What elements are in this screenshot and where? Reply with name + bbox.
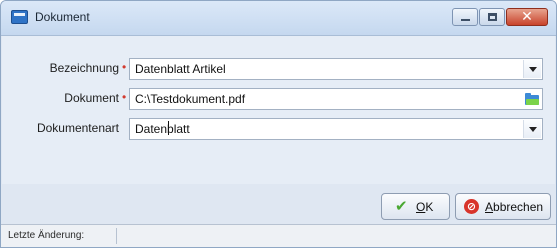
dokumentenart-label: Dokumentenart xyxy=(36,121,119,135)
bezeichnung-combobox[interactable]: Datenblatt Artikel xyxy=(129,58,543,80)
close-icon: ✕ xyxy=(521,9,533,25)
folder-browse-icon[interactable] xyxy=(523,90,541,108)
dokument-dialog: Dokument ✕ Bezeichnung • Datenblatt Arti… xyxy=(0,0,557,248)
window-title: Dokument xyxy=(35,10,90,24)
text-caret xyxy=(168,121,169,135)
minimize-icon xyxy=(461,19,470,21)
required-marker: • xyxy=(122,60,127,74)
cancel-circle-icon: ⊘ xyxy=(464,199,479,214)
form-area: Bezeichnung • Datenblatt Artikel Dokumen… xyxy=(2,36,555,184)
dokument-label: Dokument xyxy=(64,91,119,105)
document-window-icon xyxy=(11,10,28,24)
dokumentenart-value: Datenblatt xyxy=(135,122,190,136)
row-dokumentenart: Dokumentenart Datenblatt xyxy=(2,118,555,140)
row-dokument: Dokument • C:\Testdokument.pdf xyxy=(2,88,555,110)
dokumentenart-combobox[interactable]: Datenblatt xyxy=(129,118,543,140)
dokument-path-field[interactable]: C:\Testdokument.pdf xyxy=(129,88,543,110)
title-bar[interactable]: Dokument ✕ xyxy=(1,1,556,36)
cancel-label: Abbrechen xyxy=(485,200,544,214)
window-controls: ✕ xyxy=(451,8,548,26)
chevron-down-icon[interactable] xyxy=(523,60,541,78)
status-bar: Letzte Änderung: xyxy=(1,224,556,247)
last-change-label: Letzte Änderung: xyxy=(8,230,85,241)
maximize-icon xyxy=(488,13,497,21)
minimize-button[interactable] xyxy=(452,8,478,26)
close-button[interactable]: ✕ xyxy=(506,8,548,26)
ok-button[interactable]: ✔ OK xyxy=(381,193,450,220)
required-marker: • xyxy=(122,90,127,104)
button-bar: ✔ OK ⊘ Abbrechen xyxy=(1,193,556,220)
bezeichnung-label: Bezeichnung xyxy=(49,61,119,75)
maximize-button[interactable] xyxy=(479,8,505,26)
row-bezeichnung: Bezeichnung • Datenblatt Artikel xyxy=(2,58,555,80)
chevron-down-icon[interactable] xyxy=(523,120,541,138)
checkmark-icon: ✔ xyxy=(395,197,408,215)
status-separator xyxy=(116,228,117,244)
ok-label: OK xyxy=(416,200,434,214)
bezeichnung-value: Datenblatt Artikel xyxy=(135,62,226,76)
cancel-button[interactable]: ⊘ Abbrechen xyxy=(455,193,551,220)
dokument-value: C:\Testdokument.pdf xyxy=(135,92,246,106)
